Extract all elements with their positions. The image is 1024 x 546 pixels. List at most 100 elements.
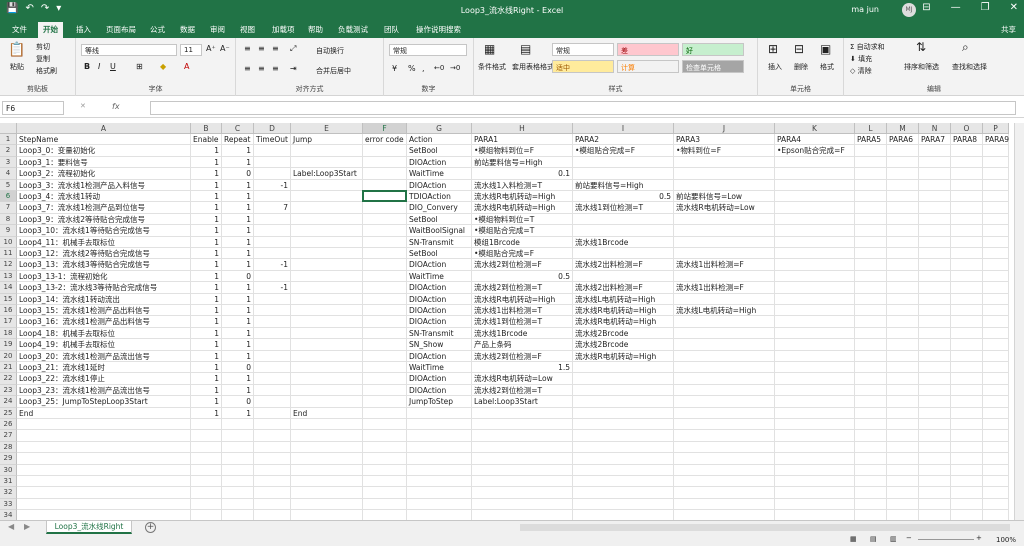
comma-icon[interactable]: , — [422, 64, 425, 73]
cell[interactable] — [363, 191, 407, 203]
cell[interactable] — [291, 476, 363, 488]
cell[interactable] — [573, 396, 674, 408]
cell[interactable]: DIOAction — [407, 259, 472, 271]
cell[interactable] — [254, 487, 291, 499]
cell[interactable] — [919, 236, 951, 248]
cell[interactable]: 0.5 — [472, 270, 573, 283]
cell[interactable]: 1 — [222, 202, 254, 214]
cell[interactable] — [919, 339, 951, 351]
cell[interactable] — [674, 510, 775, 520]
cell[interactable]: End — [291, 407, 363, 419]
cell[interactable] — [17, 510, 191, 520]
cell[interactable] — [222, 476, 254, 488]
page-break-icon[interactable]: ▥ — [890, 535, 897, 543]
cell[interactable] — [887, 407, 919, 419]
cell[interactable] — [855, 225, 887, 237]
column-header[interactable]: I — [573, 123, 674, 134]
cell[interactable] — [887, 156, 919, 169]
column-header[interactable]: D — [254, 123, 291, 134]
merge-center-button[interactable]: 合并后居中 — [316, 66, 351, 76]
delete-cells-button[interactable]: 删除 — [794, 62, 808, 72]
cell[interactable] — [291, 453, 363, 465]
cell[interactable] — [775, 441, 855, 454]
row-header[interactable]: 19 — [0, 339, 17, 351]
conditional-format-button[interactable]: 条件格式 — [478, 62, 506, 72]
cell[interactable] — [983, 339, 1009, 351]
row-header[interactable]: 12 — [0, 259, 17, 271]
row-header[interactable]: 20 — [0, 350, 17, 362]
find-select-button[interactable]: 查找和选择 — [952, 62, 987, 72]
cell[interactable] — [191, 430, 222, 442]
row-header[interactable]: 29 — [0, 453, 17, 465]
cell[interactable] — [855, 350, 887, 362]
cell[interactable]: 1 — [222, 407, 254, 419]
cell[interactable] — [191, 464, 222, 476]
cell[interactable] — [291, 441, 363, 454]
cell[interactable]: 7 — [254, 202, 291, 214]
cell[interactable] — [254, 225, 291, 237]
cell[interactable] — [573, 225, 674, 237]
cell[interactable] — [855, 156, 887, 169]
cell[interactable]: 1 — [222, 156, 254, 169]
cell[interactable] — [674, 293, 775, 305]
cell[interactable] — [291, 430, 363, 442]
tab-load-test[interactable]: 负载测试 — [338, 24, 368, 35]
cell[interactable] — [983, 145, 1009, 157]
cell[interactable] — [674, 225, 775, 237]
row-header[interactable]: 7 — [0, 202, 17, 214]
cell[interactable]: 1 — [191, 270, 222, 283]
cell[interactable] — [887, 396, 919, 408]
tab-insert[interactable]: 插入 — [76, 24, 91, 35]
cell[interactable]: 流水线1Brcode — [573, 236, 674, 248]
cell[interactable]: 流水线L电机转动=High — [674, 305, 775, 317]
cell[interactable] — [775, 453, 855, 465]
cell[interactable] — [573, 373, 674, 385]
cell[interactable]: 前站要料信号=Low — [674, 191, 775, 203]
row-header[interactable]: 27 — [0, 430, 17, 442]
cell[interactable]: DIOAction — [407, 316, 472, 328]
cell[interactable]: •模组贴合完成=T — [472, 225, 573, 237]
align-bottom-icon[interactable]: ≡ — [272, 44, 279, 53]
cell[interactable]: 1 — [191, 282, 222, 294]
restore-icon[interactable]: ❐ — [981, 2, 990, 13]
cell[interactable] — [983, 373, 1009, 385]
cell[interactable] — [919, 419, 951, 431]
cell[interactable] — [919, 453, 951, 465]
cell[interactable] — [951, 293, 983, 305]
row-header[interactable]: 5 — [0, 179, 17, 191]
cell[interactable] — [472, 487, 573, 499]
cell[interactable] — [951, 419, 983, 431]
cell[interactable] — [983, 396, 1009, 408]
cell[interactable] — [573, 270, 674, 283]
formula-input[interactable] — [150, 101, 1016, 115]
cell[interactable] — [291, 339, 363, 351]
column-header[interactable]: B — [191, 123, 222, 134]
tab-page-layout[interactable]: 页面布局 — [106, 24, 136, 35]
paste-icon[interactable]: 📋 — [8, 42, 25, 58]
normal-view-icon[interactable]: ▦ — [850, 535, 857, 543]
cell[interactable] — [855, 145, 887, 157]
cell[interactable]: •模组贴合完成=F — [472, 248, 573, 260]
cell[interactable]: WaitTime — [407, 362, 472, 374]
cell[interactable]: 1 — [191, 384, 222, 397]
cell[interactable] — [775, 419, 855, 431]
row-header[interactable]: 4 — [0, 168, 17, 180]
cell[interactable]: 流水线2出料检测=F — [573, 259, 674, 271]
cell[interactable] — [951, 236, 983, 248]
cell[interactable] — [775, 498, 855, 511]
cell[interactable]: -1 — [254, 282, 291, 294]
cell[interactable] — [363, 179, 407, 191]
cell[interactable] — [919, 305, 951, 317]
cell[interactable] — [363, 259, 407, 271]
row-header[interactable]: 31 — [0, 476, 17, 488]
cell[interactable] — [951, 305, 983, 317]
cell[interactable]: 1 — [191, 293, 222, 305]
cell[interactable] — [254, 270, 291, 283]
cell[interactable] — [674, 453, 775, 465]
style-check-cell[interactable]: 检查单元格 — [682, 60, 744, 73]
cell[interactable]: 1 — [191, 191, 222, 203]
cell[interactable]: 流水线1到位检测=T — [573, 202, 674, 214]
tab-data[interactable]: 数据 — [180, 24, 195, 35]
align-right-icon[interactable]: ≡ — [272, 64, 279, 73]
cell[interactable] — [17, 453, 191, 465]
